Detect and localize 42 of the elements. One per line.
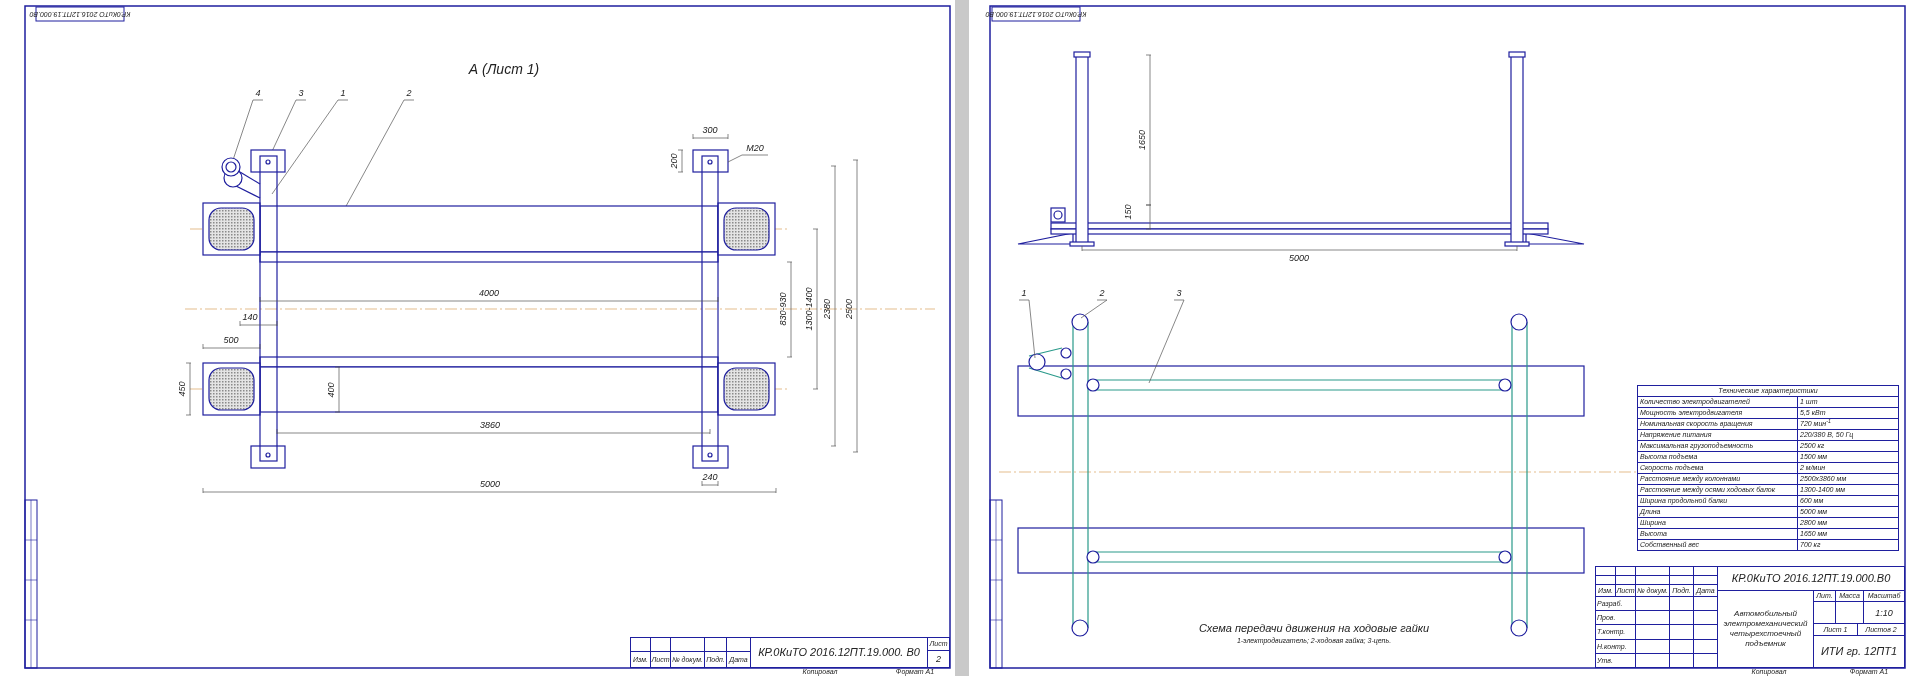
callout-number: 3 <box>298 88 304 99</box>
dimension-value: 1650 <box>1137 130 1148 150</box>
dimension-value: 2380 <box>822 299 833 319</box>
dimension-value: 5000 <box>1289 253 1309 264</box>
callout-number: 2 <box>406 88 412 99</box>
drawing-designation: КР.0КuТО 2016.12ПТ.19.000. В0 <box>757 645 921 660</box>
dimension-line <box>692 133 729 140</box>
dimension-value: 400 <box>326 382 337 398</box>
dimension-value: 140 <box>242 312 258 323</box>
scheme-caption: Схема передачи движения на ходовые гайки <box>1198 621 1430 634</box>
scale-value: 1:10 <box>1874 607 1894 620</box>
dimension-value: 5000 <box>480 479 500 490</box>
dimension-value: 300 <box>702 125 718 136</box>
dimension-value: 4000 <box>479 288 499 299</box>
dimension-line <box>334 366 341 413</box>
dimension-line <box>239 320 278 327</box>
dimension-line <box>677 149 684 173</box>
product-name: Автомобильный электромеханический четырехстоечный подъемник <box>1718 591 1814 667</box>
dimension-value: 240 <box>702 472 718 483</box>
callout-number: 1 <box>1021 288 1027 299</box>
dimension-value: 2500 <box>844 299 855 319</box>
sheet-number: 2 <box>935 653 942 666</box>
leader-line <box>727 154 769 163</box>
callout-number: 1 <box>340 88 346 99</box>
dimension-value: 1300-1400 <box>804 287 815 331</box>
leader-line <box>1080 299 1108 319</box>
thread-label: М20 <box>746 143 764 154</box>
dimension-value: 3860 <box>480 420 500 431</box>
organization-label: ИТИ гр. 12ПТ1 <box>1819 644 1899 659</box>
dimension-value: 830-930 <box>778 292 789 326</box>
view-title: А (Лист 1) <box>468 60 540 77</box>
drawing-designation: КР.0КuТО 2016.12ПТ.19.000.В0 <box>1718 567 1904 591</box>
dimension-value: 150 <box>1123 204 1134 220</box>
callout-number: 2 <box>1099 288 1105 299</box>
dimension-value: 500 <box>223 335 239 346</box>
dimension-value: 450 <box>177 381 188 397</box>
dimension-value: 200 <box>669 153 680 169</box>
leader-line <box>1018 299 1036 359</box>
callout-number: 3 <box>1176 288 1182 299</box>
dimension-line <box>185 362 192 416</box>
callout-number: 4 <box>255 88 261 99</box>
dimension-line <box>202 343 261 350</box>
